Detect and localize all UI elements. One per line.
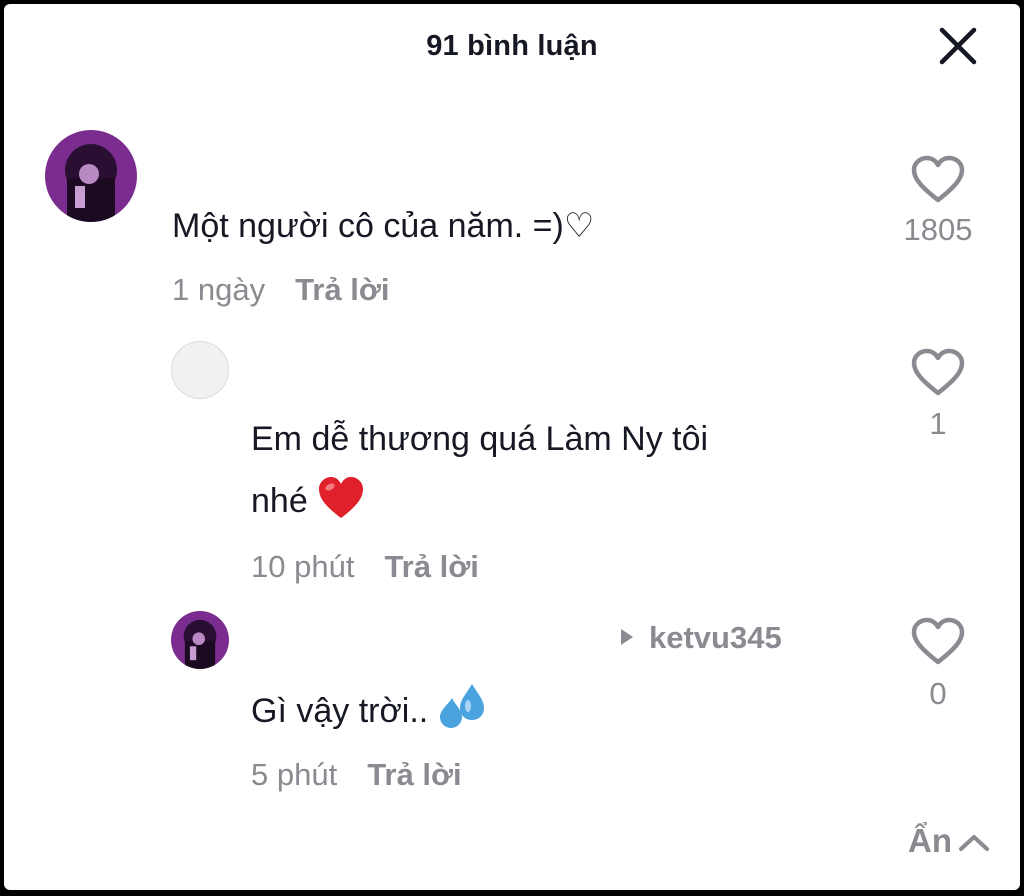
avatar[interactable]: [45, 130, 137, 222]
comment-time: 5 phút: [251, 757, 338, 792]
comment-meta: 5 phút Trả lời: [251, 757, 462, 793]
reply-to-username[interactable]: ketvu345: [621, 620, 782, 656]
reply-button[interactable]: Trả lời: [295, 272, 389, 307]
heart-icon[interactable]: [910, 154, 966, 206]
reply-to-name: ketvu345: [649, 620, 782, 655]
comments-count-title: 91 bình luận: [426, 30, 598, 62]
like-count: 1805: [903, 212, 973, 247]
heart-icon[interactable]: [910, 616, 966, 668]
sweat-droplets-emoji: [438, 682, 488, 750]
hide-replies-button[interactable]: Ẩn: [908, 822, 990, 860]
comment-text-line: Em dễ thương quá Làm Ny tôi: [251, 420, 709, 458]
comment-text: Gì vậy trời..: [251, 692, 429, 730]
comment-meta: 10 phút Trả lời: [251, 549, 479, 585]
heart-icon[interactable]: [910, 347, 966, 399]
comment-text: Một người cô của năm. =)♡: [172, 207, 595, 245]
chevron-up-icon: [959, 835, 989, 851]
reply-button[interactable]: Trả lời: [367, 757, 461, 792]
like-count: 1: [929, 406, 947, 441]
comment-text-row: Gì vậy trời..: [251, 680, 488, 750]
reply-button[interactable]: Trả lời: [384, 549, 478, 584]
hide-label: Ẩn: [908, 822, 952, 859]
comment-meta: 1 ngày Trả lời: [172, 272, 390, 308]
comment-time: 1 ngày: [172, 272, 266, 307]
avatar[interactable]: [171, 341, 229, 399]
comment-text-line: nhé: [251, 482, 308, 520]
avatar[interactable]: [171, 611, 229, 669]
comments-panel: 91 bình luận Một người cô của năm. =)♡ 1…: [4, 4, 1020, 890]
red-heart-emoji: [317, 476, 365, 540]
comment-time: 10 phút: [251, 549, 355, 584]
like-count: 0: [929, 676, 947, 711]
play-triangle-icon: [621, 629, 633, 645]
comment-text-line-2: nhé: [251, 470, 365, 540]
close-icon[interactable]: [936, 24, 980, 68]
